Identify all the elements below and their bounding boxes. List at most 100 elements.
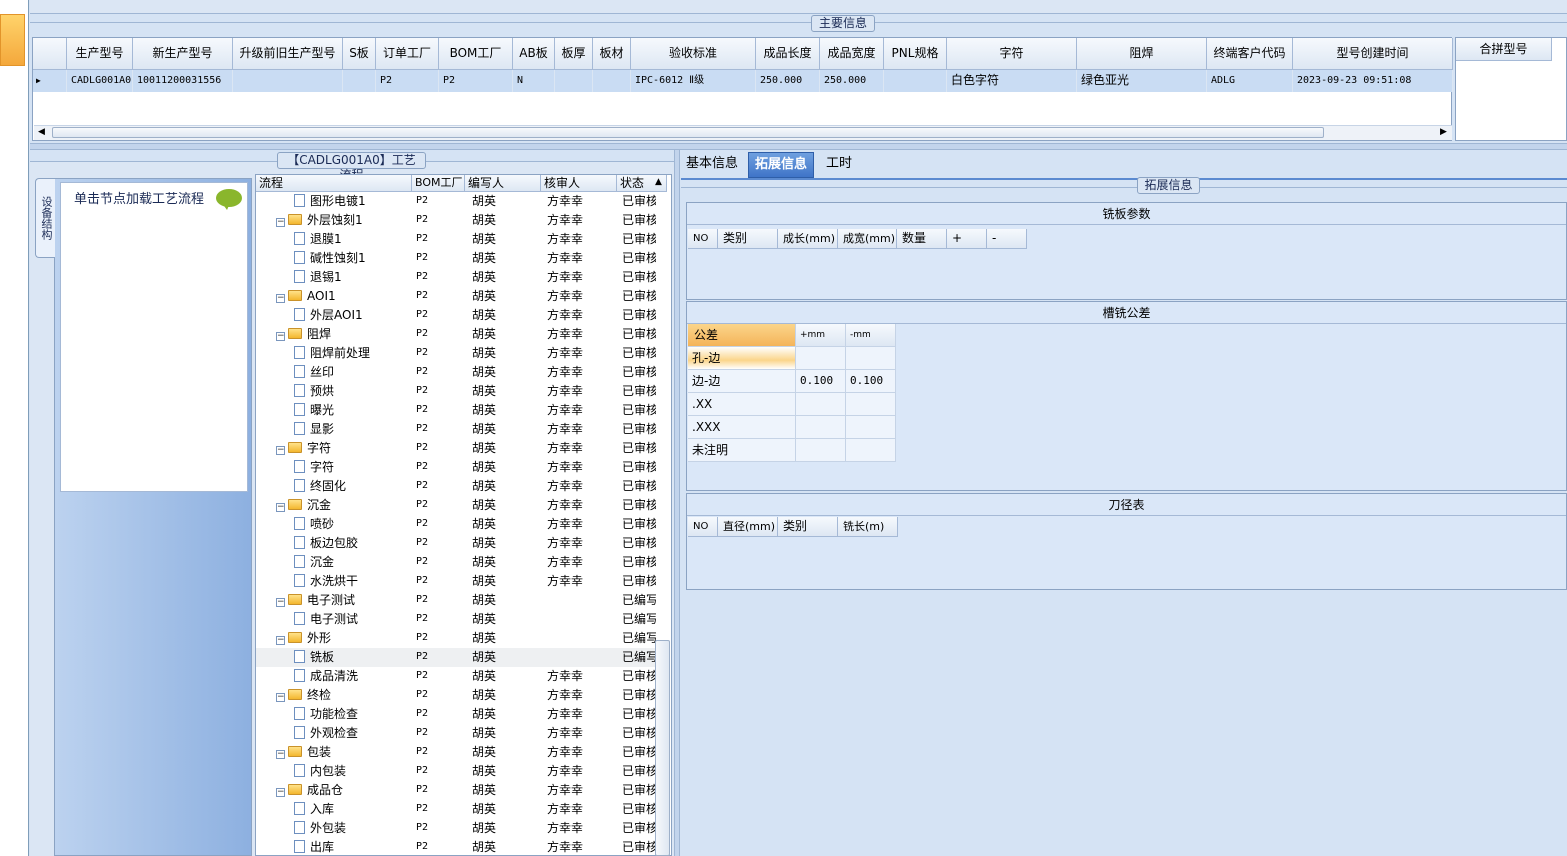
tree-row[interactable]: 沉金 P2 胡英 方幸幸 已审核 [256, 553, 656, 572]
tree-node[interactable]: − 包装 [276, 743, 412, 762]
status-cell[interactable]: 已审核 [622, 496, 656, 515]
tree-node[interactable]: − 终检 [276, 686, 412, 705]
writer-cell[interactable]: 胡英 [472, 401, 541, 420]
tree-row[interactable]: 曝光 P2 胡英 方幸幸 已审核 [256, 401, 656, 420]
status-cell[interactable]: 已审核 [622, 420, 656, 439]
writer-cell[interactable]: 胡英 [472, 287, 541, 306]
status-cell[interactable]: 已审核 [622, 363, 656, 382]
col-plus[interactable]: + [947, 229, 987, 249]
writer-cell[interactable]: 胡英 [472, 458, 541, 477]
tree-row[interactable]: 水洗烘干 P2 胡英 方幸幸 已审核 [256, 572, 656, 591]
status-cell[interactable]: 已审核 [622, 268, 656, 287]
bom-factory-cell[interactable]: P2 [416, 230, 465, 249]
reviewer-cell[interactable]: 方幸幸 [547, 553, 617, 572]
cell-character[interactable]: 白色字符 [947, 70, 1077, 92]
reviewer-cell[interactable]: 方幸幸 [547, 477, 617, 496]
status-cell[interactable]: 已审核 [622, 306, 656, 325]
status-cell[interactable]: 已审核 [622, 800, 656, 819]
bom-factory-cell[interactable]: P2 [416, 781, 465, 800]
tree-row[interactable]: 字符 P2 胡英 方幸幸 已审核 [256, 458, 656, 477]
tree-node[interactable]: 外层AOI1 [294, 306, 412, 325]
bom-factory-cell[interactable]: P2 [416, 401, 465, 420]
status-cell[interactable]: 已审核 [622, 230, 656, 249]
tree-row[interactable]: − 电子测试 P2 胡英 已编写 [256, 591, 656, 610]
tab-work-hours[interactable]: 工时 [820, 152, 858, 178]
cell-thickness[interactable] [555, 70, 593, 92]
tree-node[interactable]: 功能检查 [294, 705, 412, 724]
bom-factory-cell[interactable]: P2 [416, 458, 465, 477]
writer-cell[interactable]: 胡英 [472, 819, 541, 838]
bom-factory-cell[interactable]: P2 [416, 249, 465, 268]
writer-cell[interactable]: 胡英 [472, 667, 541, 686]
tree-row[interactable]: − 成品仓 P2 胡英 方幸幸 已审核 [256, 781, 656, 800]
horizontal-splitter[interactable] [30, 143, 1567, 150]
status-cell[interactable]: 已编写 [622, 648, 656, 667]
cell-old-model[interactable] [233, 70, 343, 92]
scroll-left-arrow-icon[interactable]: ◀ [38, 127, 45, 137]
tree-row[interactable]: − 外形 P2 胡英 已编写 [256, 629, 656, 648]
status-cell[interactable]: 已编写 [622, 629, 656, 648]
bom-factory-cell[interactable]: P2 [416, 838, 465, 855]
reviewer-cell[interactable] [547, 629, 617, 648]
col-mill-length[interactable]: 铣长(m) [838, 517, 898, 537]
reviewer-cell[interactable]: 方幸幸 [547, 439, 617, 458]
cell-s-board[interactable] [343, 70, 376, 92]
tree-row[interactable]: 出库 P2 胡英 方幸幸 已审核 [256, 838, 656, 855]
col-character[interactable]: 字符 [947, 38, 1077, 70]
status-cell[interactable]: 已审核 [622, 401, 656, 420]
bom-factory-cell[interactable]: P2 [416, 287, 465, 306]
col-material[interactable]: 板材 [593, 38, 631, 70]
col-tolerance[interactable]: 公差 [688, 324, 796, 347]
status-cell[interactable]: 已审核 [622, 743, 656, 762]
tree-node[interactable]: − 外形 [276, 629, 412, 648]
reviewer-cell[interactable]: 方幸幸 [547, 325, 617, 344]
tolerance-minus-cell[interactable] [846, 393, 896, 416]
bom-factory-cell[interactable]: P2 [416, 610, 465, 629]
bom-factory-cell[interactable]: P2 [416, 534, 465, 553]
cell-created-time[interactable]: 2023-09-23 09:51:08 [1293, 70, 1453, 92]
tree-row[interactable]: 板边包胶 P2 胡英 方幸幸 已审核 [256, 534, 656, 553]
bom-factory-cell[interactable]: P2 [416, 420, 465, 439]
status-cell[interactable]: 已审核 [622, 192, 656, 211]
col-tool-category[interactable]: 类别 [778, 517, 838, 537]
tree-row[interactable]: − 阻焊 P2 胡英 方幸幸 已审核 [256, 325, 656, 344]
bom-factory-cell[interactable]: P2 [416, 629, 465, 648]
tree-node[interactable]: 成品清洗 [294, 667, 412, 686]
tree-node[interactable]: 喷砂 [294, 515, 412, 534]
tree-node[interactable]: 外包装 [294, 819, 412, 838]
status-cell[interactable]: 已审核 [622, 515, 656, 534]
tolerance-minus-cell[interactable] [846, 439, 896, 462]
vertical-scroll-thumb[interactable] [655, 640, 670, 856]
bom-factory-cell[interactable]: P2 [416, 553, 465, 572]
writer-cell[interactable]: 胡英 [472, 629, 541, 648]
col-quantity[interactable]: 数量 [897, 229, 947, 249]
reviewer-cell[interactable]: 方幸幸 [547, 515, 617, 534]
writer-cell[interactable]: 胡英 [472, 268, 541, 287]
status-cell[interactable]: 已审核 [622, 249, 656, 268]
bom-factory-cell[interactable]: P2 [416, 382, 465, 401]
writer-cell[interactable]: 胡英 [472, 553, 541, 572]
reviewer-cell[interactable]: 方幸幸 [547, 192, 617, 211]
status-cell[interactable]: 已审核 [622, 534, 656, 553]
reviewer-cell[interactable]: 方幸幸 [547, 686, 617, 705]
col-merge-model[interactable]: 合拼型号 [1456, 38, 1552, 61]
tree-row[interactable]: 铣板 P2 胡英 已编写 [256, 648, 656, 667]
col-width[interactable]: 成品宽度 [820, 38, 884, 70]
bom-factory-cell[interactable]: P2 [416, 515, 465, 534]
tree-row[interactable]: 外观检查 P2 胡英 方幸幸 已审核 [256, 724, 656, 743]
tree-node[interactable]: 铣板 [294, 648, 412, 667]
reviewer-cell[interactable]: 方幸幸 [547, 496, 617, 515]
reviewer-cell[interactable]: 方幸幸 [547, 268, 617, 287]
bom-factory-cell[interactable]: P2 [416, 762, 465, 781]
writer-cell[interactable]: 胡英 [472, 496, 541, 515]
bom-factory-cell[interactable]: P2 [416, 648, 465, 667]
tree-node[interactable]: 退膜1 [294, 230, 412, 249]
app-menu-button[interactable] [0, 14, 25, 66]
bom-factory-cell[interactable]: P2 [416, 572, 465, 591]
col-length[interactable]: 成品长度 [756, 38, 820, 70]
status-cell[interactable]: 已审核 [622, 838, 656, 855]
reviewer-cell[interactable]: 方幸幸 [547, 838, 617, 855]
collapse-toggle-icon[interactable]: − [276, 332, 285, 341]
bom-factory-cell[interactable]: P2 [416, 591, 465, 610]
bom-factory-cell[interactable]: P2 [416, 477, 465, 496]
